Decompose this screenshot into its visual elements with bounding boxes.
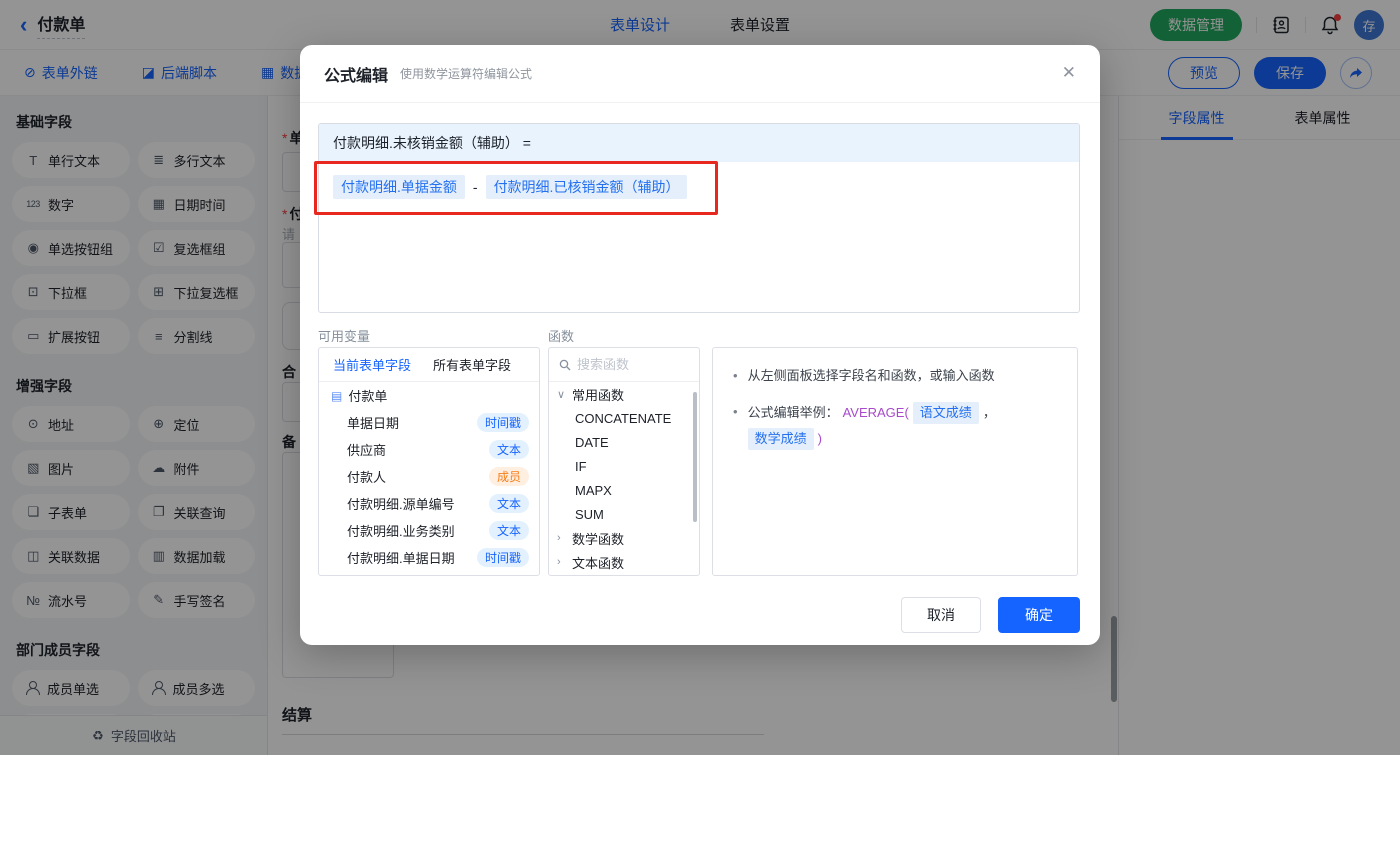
type-badge: 文本 (488, 521, 529, 540)
function-search-input[interactable] (577, 357, 677, 372)
close-icon[interactable]: ✕ (1062, 63, 1076, 83)
modal-title: 公式编辑 (324, 67, 389, 85)
type-badge: 时间戳 (476, 413, 529, 432)
function-group-label: 文本函数 (572, 555, 625, 571)
variable-name: 付款明细.单据日期 (347, 551, 455, 566)
function-group-common[interactable]: ∨ 常用函数 (549, 382, 699, 406)
variables-panel: 当前表单字段 所有表单字段 ▤ 付款单 单据日期 时间戳 供应商 文本 付款人 … (318, 347, 540, 576)
example-label: 公式编辑举例： (747, 405, 839, 420)
caret-right-icon: › (557, 532, 561, 544)
functions-scrollbar[interactable] (693, 392, 697, 522)
caret-down-icon: ∨ (557, 388, 566, 401)
type-badge: 成员 (488, 467, 529, 486)
search-icon (559, 359, 571, 370)
variable-name: 付款人 (347, 470, 387, 485)
help-line-2: 公式编辑举例： AVERAGE( 语文成绩 ， 数学成绩 ) (747, 402, 1057, 450)
annotation-highlight (314, 161, 718, 215)
function-search[interactable] (549, 348, 699, 382)
variable-item[interactable]: 单据日期 时间戳 (319, 409, 539, 436)
variable-name: 付款明细.源单编号 (347, 497, 455, 512)
tab-current-form-fields[interactable]: 当前表单字段 (333, 355, 411, 374)
bullet: • (733, 368, 738, 383)
modal-subtitle: 使用数学运算符编辑公式 (400, 67, 533, 81)
type-badge: 文本 (488, 494, 529, 513)
cancel-button[interactable]: 取消 (901, 597, 981, 633)
function-group-label: 常用函数 (572, 387, 625, 403)
caret-right-icon: › (557, 556, 561, 568)
formula-edit-modal: 公式编辑 使用数学运算符编辑公式 ✕ 付款明细.未核销金额（辅助） = 付款明细… (300, 45, 1100, 645)
form-icon: ▤ (331, 388, 343, 403)
variable-name: 供应商 (347, 443, 387, 458)
variable-item[interactable]: 付款明细.业务类别 文本 (319, 517, 539, 544)
variable-name: 付款明细.业务类别 (347, 524, 455, 539)
variables-section-label: 可用变量 (318, 329, 371, 344)
variable-tree-root[interactable]: ▤ 付款单 (319, 382, 539, 409)
confirm-button[interactable]: 确定 (998, 597, 1080, 633)
variable-item[interactable]: 供应商 文本 (319, 436, 539, 463)
formula-editor[interactable]: 付款明细.未核销金额（辅助） = 付款明细.单据金额 - 付款明细.已核销金额（… (318, 123, 1080, 313)
function-item[interactable]: CONCATENATE (549, 406, 699, 430)
functions-section-label: 函数 (548, 329, 575, 344)
example-comma: ， (982, 405, 996, 420)
function-item[interactable]: SUM (549, 502, 699, 526)
example-field-chip: 数学成绩 (747, 428, 814, 450)
help-line-1: 从左侧面板选择字段名和函数，或输入函数 (747, 368, 995, 383)
variable-name: 单据日期 (347, 416, 400, 431)
type-badge: 文本 (488, 440, 529, 459)
function-item[interactable]: IF (549, 454, 699, 478)
function-group-text[interactable]: › 文本函数 (549, 550, 699, 574)
tab-all-form-fields[interactable]: 所有表单字段 (433, 355, 511, 374)
function-group-label: 数学函数 (572, 531, 625, 547)
variable-item[interactable]: 付款明细.单据日期 时间戳 (319, 544, 539, 571)
variable-root-label: 付款单 (348, 389, 388, 404)
formula-target-bar: 付款明细.未核销金额（辅助） = (319, 124, 1079, 162)
example-function: AVERAGE( (842, 405, 909, 420)
variable-item[interactable]: 付款人 成员 (319, 463, 539, 490)
example-field-chip: 语文成绩 (912, 402, 979, 424)
functions-panel: ∨ 常用函数 CONCATENATE DATE IF MAPX SUM › 数学… (548, 347, 700, 576)
type-badge: 时间戳 (476, 548, 529, 567)
example-close-paren: ) (817, 431, 822, 446)
variable-item[interactable]: 付款明细.源单编号 文本 (319, 490, 539, 517)
function-item[interactable]: DATE (549, 430, 699, 454)
function-group-math[interactable]: › 数学函数 (549, 526, 699, 550)
bullet: • (733, 404, 738, 419)
formula-help-panel: • 从左侧面板选择字段名和函数，或输入函数 • 公式编辑举例： AVERAGE(… (712, 347, 1078, 576)
function-item[interactable]: MAPX (549, 478, 699, 502)
